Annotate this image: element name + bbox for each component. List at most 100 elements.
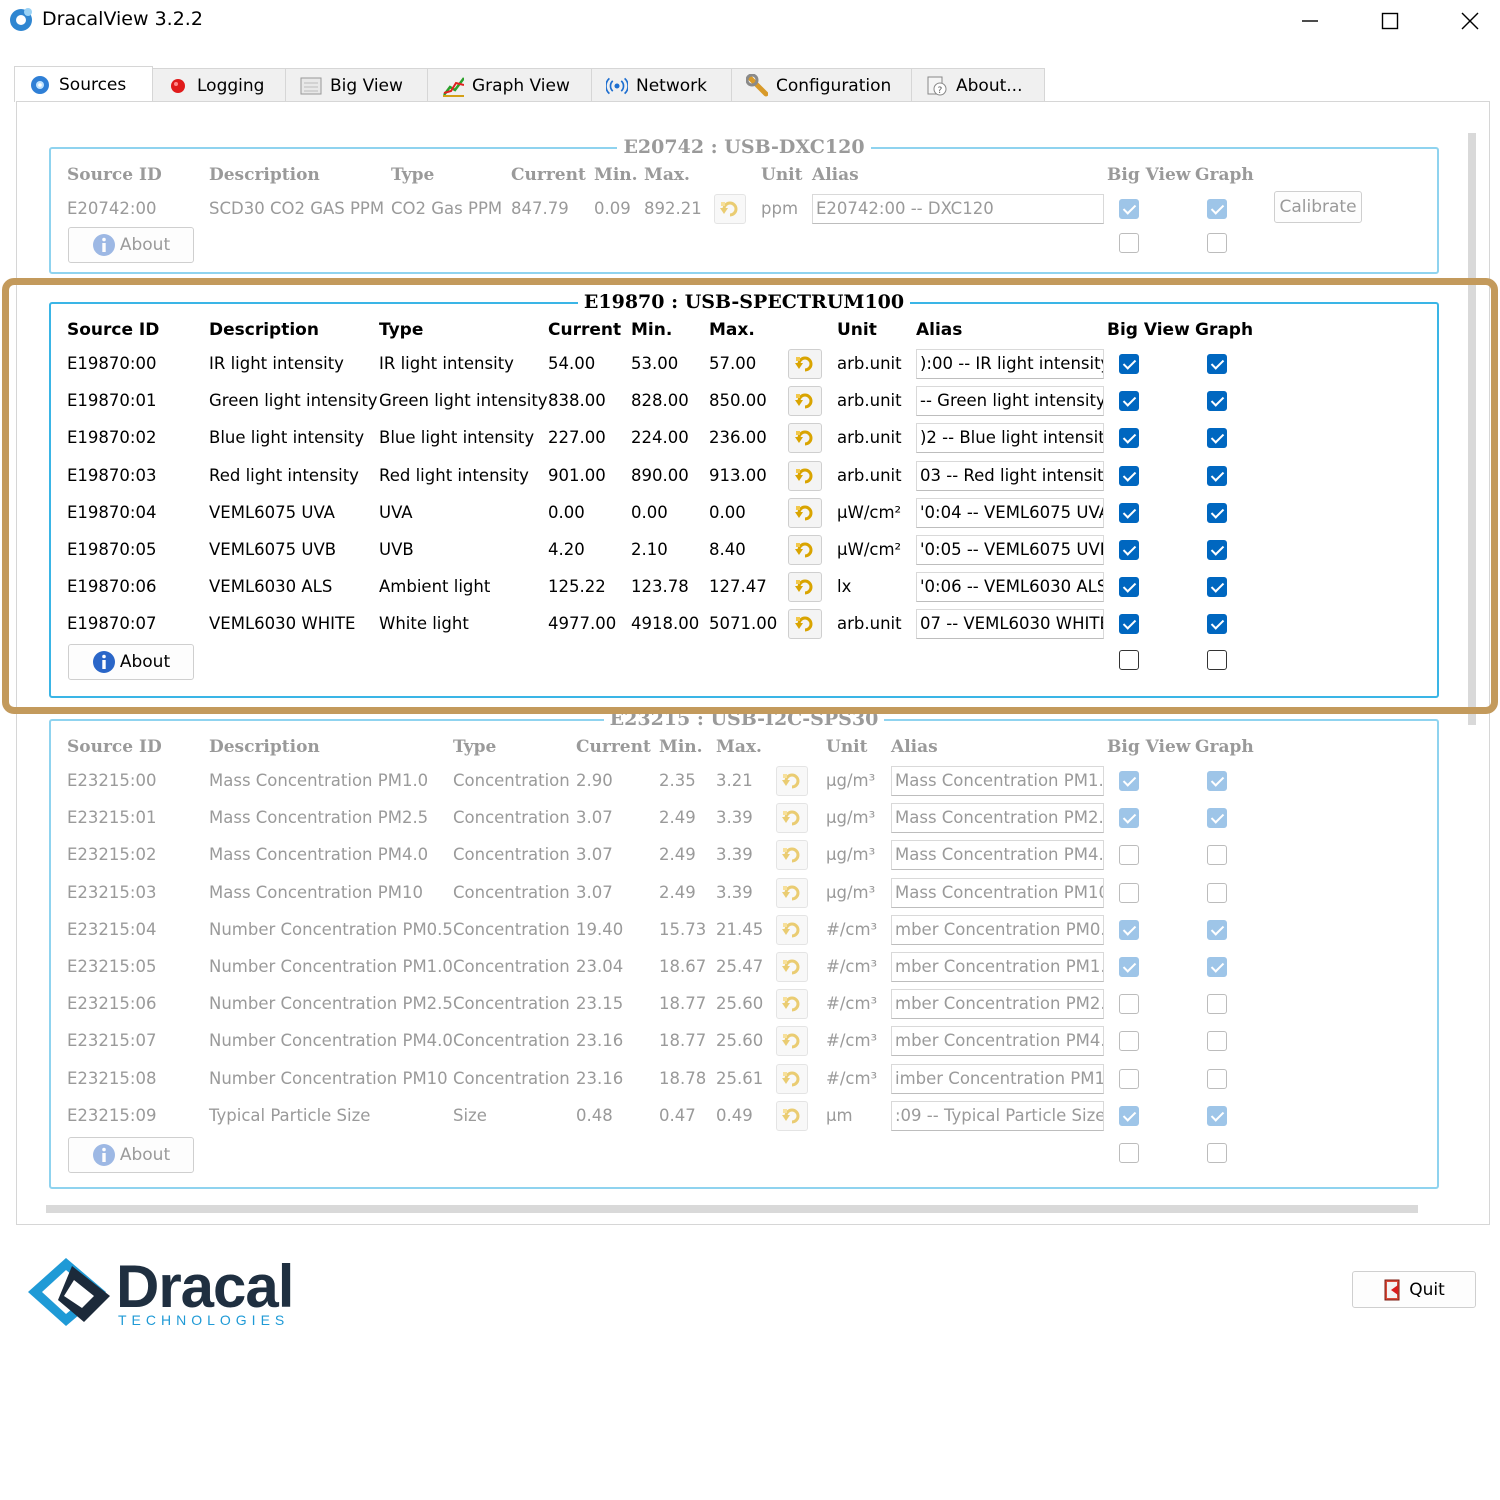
- big-view-all-checkbox[interactable]: [1119, 1143, 1139, 1163]
- cell-unit: #/cm³: [826, 1031, 878, 1051]
- cell-max: 3.39: [716, 808, 753, 828]
- tab-label: Configuration: [776, 75, 892, 96]
- big-view-checkbox[interactable]: [1119, 808, 1139, 829]
- cell-min: 18.78: [659, 1068, 707, 1088]
- graph-checkbox[interactable]: [1207, 1068, 1227, 1089]
- reset-icon: [781, 958, 803, 976]
- cell-current: 23.15: [576, 994, 624, 1014]
- graph-checkbox[interactable]: [1207, 882, 1227, 903]
- device-group-e23215: E23215 : USB-I2C-SPS30 Source ID Descripti…: [49, 708, 1439, 1189]
- tab-about[interactable]: ? About...: [911, 68, 1045, 102]
- tab-configuration[interactable]: Configuration: [731, 68, 912, 102]
- column-header-current: Current: [576, 737, 651, 757]
- graph-checkbox[interactable]: [1207, 808, 1227, 829]
- cell-type: Concentration: [453, 994, 570, 1014]
- graph-checkbox[interactable]: [1207, 1105, 1227, 1126]
- cell-current: 19.40: [576, 919, 624, 939]
- big-view-checkbox[interactable]: [1119, 845, 1139, 866]
- alias-input[interactable]: Mass Concentration PM2.5: [891, 803, 1104, 834]
- cell-unit: µg/m³: [826, 808, 876, 828]
- cell-type: Concentration: [453, 882, 570, 902]
- cell-max: 21.45: [716, 919, 764, 939]
- reset-minmax-button[interactable]: [776, 840, 808, 871]
- tab-big-view[interactable]: Big View: [285, 68, 428, 102]
- reset-icon: [781, 1070, 803, 1088]
- alias-input[interactable]: E20742:00 -- DXC120: [812, 194, 1104, 224]
- graph-checkbox[interactable]: [1207, 919, 1227, 940]
- cell-description: Mass Concentration PM10: [209, 882, 423, 902]
- maximize-button[interactable]: [1350, 0, 1430, 42]
- column-header-min: Min.: [659, 737, 703, 757]
- graph-checkbox[interactable]: [1207, 1031, 1227, 1052]
- about-button[interactable]: About: [68, 227, 194, 263]
- tab-sources[interactable]: Sources: [14, 66, 153, 102]
- reset-minmax-button[interactable]: [776, 1100, 808, 1131]
- info-icon: [92, 1143, 116, 1167]
- big-view-checkbox[interactable]: [1119, 199, 1139, 219]
- cell-description: Number Concentration PM0.5: [209, 919, 453, 939]
- big-view-checkbox[interactable]: [1119, 957, 1139, 977]
- graph-all-checkbox[interactable]: [1207, 233, 1227, 253]
- big-view-checkbox[interactable]: [1119, 1105, 1139, 1126]
- reset-minmax-button[interactable]: [776, 989, 808, 1020]
- tab-label: Logging: [197, 75, 265, 96]
- graph-checkbox[interactable]: [1207, 845, 1227, 866]
- big-view-all-checkbox[interactable]: [1119, 233, 1139, 253]
- cell-description: Mass Concentration PM1.0: [209, 771, 429, 790]
- quit-button[interactable]: Quit: [1352, 1271, 1476, 1308]
- graph-checkbox[interactable]: [1207, 771, 1227, 791]
- calibrate-button[interactable]: Calibrate: [1274, 191, 1362, 223]
- cell-id: E23215:00: [67, 771, 157, 790]
- reset-minmax-button[interactable]: [776, 952, 808, 982]
- reset-minmax-button[interactable]: [776, 1063, 808, 1094]
- alias-input[interactable]: Mass Concentration PM10: [891, 877, 1104, 908]
- reset-minmax-button[interactable]: [776, 803, 808, 834]
- column-header-source-id: Source ID: [67, 737, 162, 757]
- cell-unit: µm: [826, 1105, 853, 1125]
- big-view-checkbox[interactable]: [1119, 1068, 1139, 1089]
- minimize-button[interactable]: [1270, 0, 1350, 42]
- column-header-max: Max.: [644, 165, 690, 185]
- alias-input[interactable]: mber Concentration PM1.0: [891, 952, 1104, 982]
- reset-icon: [781, 809, 803, 827]
- reset-minmax-button[interactable]: [776, 877, 808, 908]
- big-view-checkbox[interactable]: [1119, 771, 1139, 791]
- cell-current: 0.48: [576, 1105, 613, 1125]
- reset-minmax-button[interactable]: [776, 914, 808, 945]
- alias-input[interactable]: :09 -- Typical Particle Size: [891, 1100, 1104, 1131]
- big-view-checkbox[interactable]: [1119, 882, 1139, 903]
- close-button[interactable]: [1430, 0, 1500, 42]
- graph-all-checkbox[interactable]: [1207, 1143, 1227, 1163]
- alias-input[interactable]: Mass Concentration PM1.0: [891, 766, 1104, 796]
- graph-checkbox[interactable]: [1207, 957, 1227, 977]
- column-header-alias: Alias: [812, 165, 859, 185]
- tab-logging[interactable]: Logging: [152, 68, 286, 102]
- cell-description: Number Concentration PM2.5: [209, 994, 453, 1014]
- graph-checkbox[interactable]: [1207, 199, 1227, 219]
- reset-minmax-button[interactable]: [776, 1026, 808, 1057]
- graph-checkbox[interactable]: [1207, 994, 1227, 1015]
- about-button[interactable]: About: [68, 1137, 194, 1173]
- cell-description: Number Concentration PM4.0: [209, 1031, 453, 1051]
- big-view-checkbox[interactable]: [1119, 919, 1139, 940]
- alias-input[interactable]: mber Concentration PM2.5: [891, 989, 1104, 1020]
- tab-network[interactable]: Network: [591, 68, 732, 102]
- about-label: About: [119, 235, 171, 255]
- alias-input[interactable]: mber Concentration PM0.5: [891, 914, 1104, 945]
- cell-max: 25.47: [716, 957, 764, 976]
- horizontal-scrollbar[interactable]: [46, 1205, 1418, 1213]
- reset-minmax-button[interactable]: [714, 194, 746, 224]
- alias-input[interactable]: Mass Concentration PM4.0: [891, 840, 1104, 871]
- tab-label: Big View: [330, 75, 403, 96]
- cell-max: 3.39: [716, 845, 753, 865]
- big-view-checkbox[interactable]: [1119, 994, 1139, 1015]
- cell-current: 3.07: [576, 808, 613, 828]
- alias-input[interactable]: imber Concentration PM10: [891, 1063, 1104, 1094]
- alias-input[interactable]: mber Concentration PM4.0: [891, 1026, 1104, 1057]
- big-view-checkbox[interactable]: [1119, 1031, 1139, 1052]
- cell-current: 23.16: [576, 1068, 624, 1088]
- cell-min: 2.49: [659, 845, 696, 865]
- reset-minmax-button[interactable]: [776, 766, 808, 796]
- column-header-current: Current: [511, 165, 586, 185]
- tab-graph-view[interactable]: Graph View: [427, 68, 592, 102]
